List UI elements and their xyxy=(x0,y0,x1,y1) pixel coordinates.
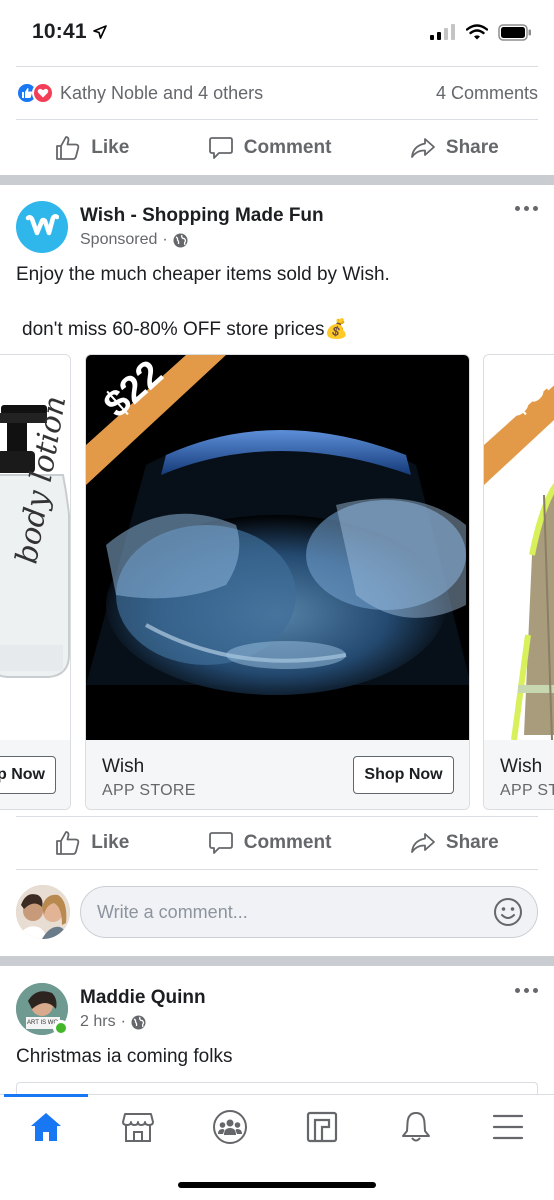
comment-label: Comment xyxy=(243,832,332,853)
tab-home[interactable] xyxy=(22,1107,70,1147)
price-badge-52: $52 xyxy=(484,355,554,495)
battery-icon xyxy=(498,23,531,41)
thumbs-up-icon xyxy=(56,136,80,160)
online-status-dot xyxy=(53,1020,69,1036)
active-tab-indicator xyxy=(4,1094,88,1097)
watch-icon xyxy=(306,1111,338,1143)
share-label: Share xyxy=(445,137,499,158)
dot-separator: · xyxy=(120,1013,126,1030)
card-subtitle: APP STORE xyxy=(102,782,196,799)
comment-input[interactable] xyxy=(97,901,493,923)
post-time[interactable]: 2 hrs xyxy=(80,1013,116,1031)
feed-separator xyxy=(0,175,554,185)
reaction-icons xyxy=(16,82,54,104)
comment-bubble-icon xyxy=(208,137,233,159)
groups-icon xyxy=(213,1110,247,1144)
notifications-bell-icon xyxy=(402,1112,430,1142)
globe-icon xyxy=(131,1015,146,1029)
comment-input-wrapper[interactable] xyxy=(80,886,538,938)
ultrasound-image[interactable]: $22 xyxy=(86,355,469,740)
wish-logo-icon xyxy=(25,213,59,236)
status-time: 10:41 xyxy=(32,20,107,44)
globe-icon xyxy=(173,233,188,247)
menu-hamburger-icon xyxy=(492,1114,524,1140)
lotion-bottle-image[interactable]: body lotion xyxy=(0,355,70,740)
ad-text-line-2: don't miss 60-80% OFF store prices💰 xyxy=(22,319,349,340)
like-label: Like xyxy=(91,137,130,158)
card-ultrasound-footer: Wish APP STORE Shop Now xyxy=(86,740,469,809)
user-avatar[interactable] xyxy=(16,885,70,939)
comment-button[interactable]: Comment xyxy=(208,135,332,161)
thumbs-up-icon xyxy=(56,831,80,855)
marketplace-icon xyxy=(122,1113,154,1142)
status-indicators xyxy=(430,23,532,41)
carousel-card-ultrasound[interactable]: $22 Wish APP STORE Shop Now xyxy=(85,354,470,810)
comment-button[interactable]: Comment xyxy=(208,830,332,856)
ad-post-meta: Wish - Shopping Made Fun Sponsored · xyxy=(80,205,324,249)
card-jacket-footer: Wish APP STORE xyxy=(484,740,554,809)
card-title: Wish xyxy=(102,756,145,777)
feed-separator xyxy=(0,956,554,966)
ad-text-line-1: Enjoy the much cheaper items sold by Wis… xyxy=(16,264,390,285)
comments-count[interactable]: 4 Comments xyxy=(436,83,538,104)
ad-post-actions: Like Comment Share xyxy=(16,816,538,870)
comment-bubble-icon xyxy=(208,832,233,854)
bottom-tab-bar xyxy=(0,1094,554,1200)
reactions-summary[interactable]: Kathy Noble and 4 others xyxy=(16,82,263,104)
like-label: Like xyxy=(91,832,130,853)
tab-groups[interactable] xyxy=(206,1107,254,1147)
previous-post-reactions: Kathy Noble and 4 others 4 Comments xyxy=(16,66,538,120)
share-button[interactable]: Share xyxy=(410,830,499,856)
cellular-signal-icon xyxy=(430,24,455,40)
next-author-name[interactable]: Maddie Quinn xyxy=(80,987,206,1009)
previous-post-actions: Like Comment Share xyxy=(16,121,538,175)
location-arrow-icon xyxy=(92,25,107,39)
card-lotion-footer: Shop Now xyxy=(0,740,70,809)
shop-now-button[interactable]: Shop Now xyxy=(353,756,454,794)
ad-more-options-icon[interactable] xyxy=(515,206,538,211)
time-label: 10:41 xyxy=(32,20,87,43)
next-post-header: ART IS WO Maddie Quinn 2 hrs · xyxy=(16,982,538,1036)
reactions-text: Kathy Noble and 4 others xyxy=(60,82,264,103)
status-bar: 10:41 xyxy=(0,0,554,64)
emoji-smiley-icon[interactable] xyxy=(493,897,523,927)
home-indicator[interactable] xyxy=(178,1182,376,1188)
price-badge-22: $22 xyxy=(86,355,226,495)
card-title: Wish xyxy=(500,756,543,777)
tab-marketplace[interactable] xyxy=(114,1107,162,1147)
card-subtitle: APP STORE xyxy=(500,782,554,799)
next-post-time-line: 2 hrs · xyxy=(80,1013,206,1031)
tab-notifications[interactable] xyxy=(392,1107,440,1147)
wifi-icon xyxy=(466,24,488,40)
next-more-options-icon[interactable] xyxy=(515,988,538,993)
shop-now-button-lotion[interactable]: Shop Now xyxy=(0,756,56,794)
maddie-avatar[interactable]: ART IS WO xyxy=(16,983,69,1036)
ad-carousel[interactable]: body lotion Shop Now xyxy=(0,354,554,810)
ad-author-name[interactable]: Wish - Shopping Made Fun xyxy=(80,205,324,227)
comment-composer xyxy=(16,884,538,940)
like-button[interactable]: Like xyxy=(55,135,129,161)
love-reaction-icon xyxy=(32,82,54,104)
share-button[interactable]: Share xyxy=(410,135,499,161)
carousel-card-jacket[interactable]: $52 Wish APP STORE xyxy=(483,354,554,810)
home-icon xyxy=(31,1113,61,1141)
share-arrow-icon xyxy=(411,833,435,853)
sponsored-label[interactable]: Sponsored xyxy=(80,231,157,249)
carousel-card-lotion[interactable]: body lotion Shop Now xyxy=(0,354,71,810)
safety-jacket-image[interactable]: $52 xyxy=(484,355,554,740)
like-button[interactable]: Like xyxy=(55,830,129,856)
ad-sponsored-line: Sponsored · xyxy=(80,231,324,249)
share-label: Share xyxy=(445,832,499,853)
comment-label: Comment xyxy=(243,137,332,158)
ad-post-header: Wish - Shopping Made Fun Sponsored · xyxy=(16,200,538,254)
tab-watch[interactable] xyxy=(298,1107,346,1147)
dot-separator: · xyxy=(162,231,168,248)
next-post-meta: Maddie Quinn 2 hrs · xyxy=(80,987,206,1031)
tab-menu[interactable] xyxy=(484,1107,532,1147)
share-arrow-icon xyxy=(411,138,435,158)
wish-avatar[interactable] xyxy=(16,201,68,253)
next-post-text: Christmas ia coming folks xyxy=(16,1046,233,1067)
